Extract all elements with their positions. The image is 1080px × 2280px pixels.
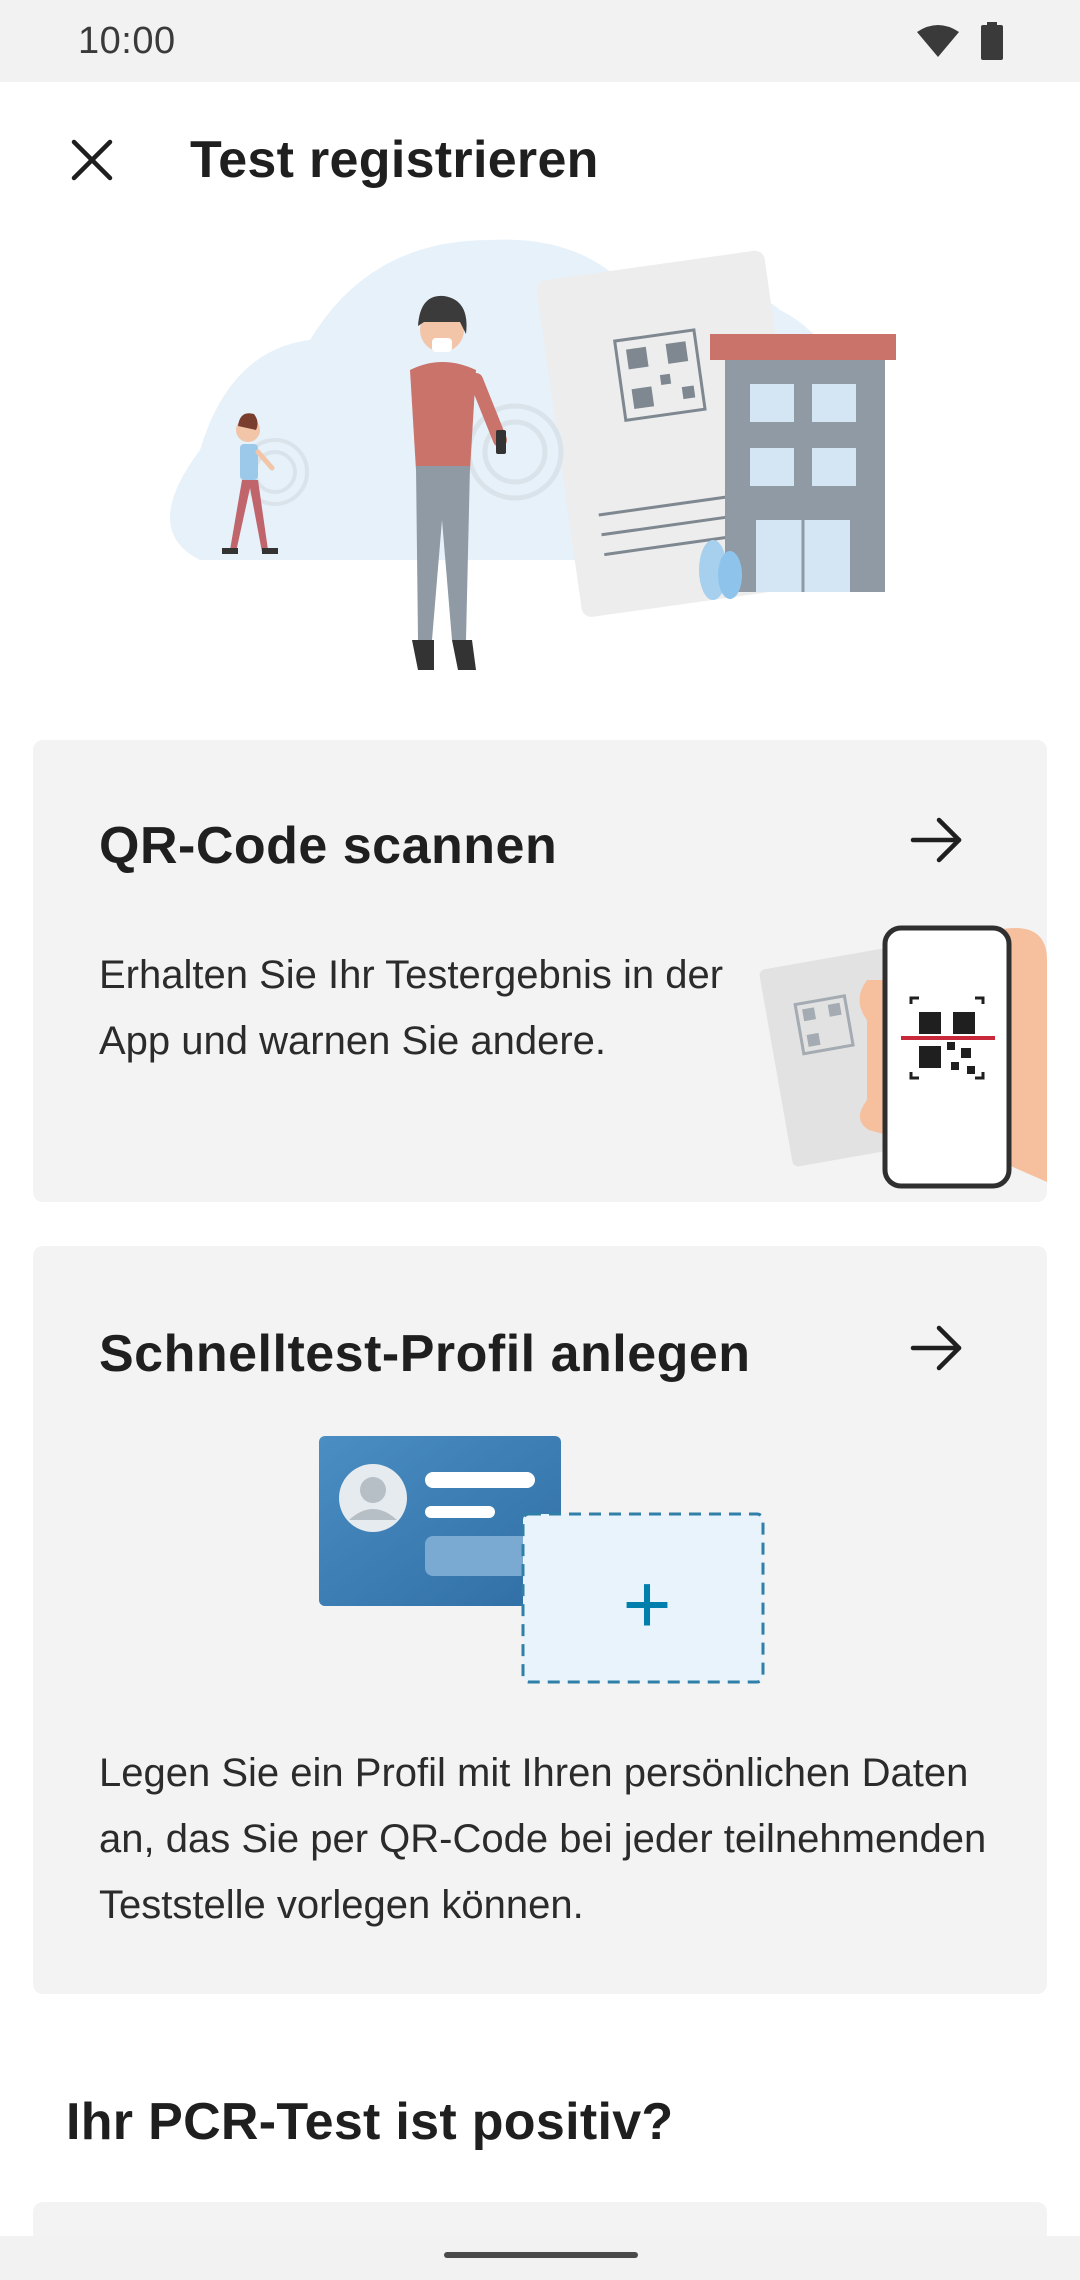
home-gesture-handle[interactable] [444, 2252, 638, 2258]
pcr-positive-heading: Ihr PCR-Test ist positiv? [66, 2093, 674, 2151]
rapid-test-profile-card[interactable]: Schnelltest-Profil anlegen + Legen Sie e… [33, 1246, 1047, 1994]
qr-code-scan-description: Erhalten Sie Ihr Testergebnis in der App… [99, 953, 724, 1063]
status-bar: 10:00 [0, 0, 1080, 82]
battery-icon [980, 22, 1004, 65]
qr-code-scan-card[interactable]: QR-Code scannen Erhalten Sie Ihr Testerg… [33, 740, 1047, 1202]
wifi-icon [916, 24, 960, 63]
status-time: 10:00 [78, 20, 176, 62]
status-icons [916, 22, 1004, 65]
add-icon: + [622, 1557, 672, 1651]
close-icon [70, 138, 114, 187]
navigation-bar [0, 2236, 1080, 2280]
screen: 10:00 Test registrieren QR-Code scannen … [0, 0, 1080, 2280]
hero-illustration [160, 230, 920, 680]
app-bar: Test registrieren [0, 82, 1080, 242]
rapid-test-profile-title: Schnelltest-Profil anlegen [99, 1325, 751, 1383]
phone-scan-illustration [757, 920, 1047, 1202]
page-title: Test registrieren [190, 131, 599, 189]
arrow-right-icon[interactable] [907, 1318, 967, 1378]
arrow-right-icon[interactable] [907, 810, 967, 870]
qr-code-scan-title: QR-Code scannen [99, 817, 558, 875]
profile-card-illustration: + [317, 1436, 767, 1696]
rapid-test-profile-description: Legen Sie ein Profil mit Ihren persönlic… [99, 1751, 987, 1927]
close-button[interactable] [52, 122, 132, 202]
